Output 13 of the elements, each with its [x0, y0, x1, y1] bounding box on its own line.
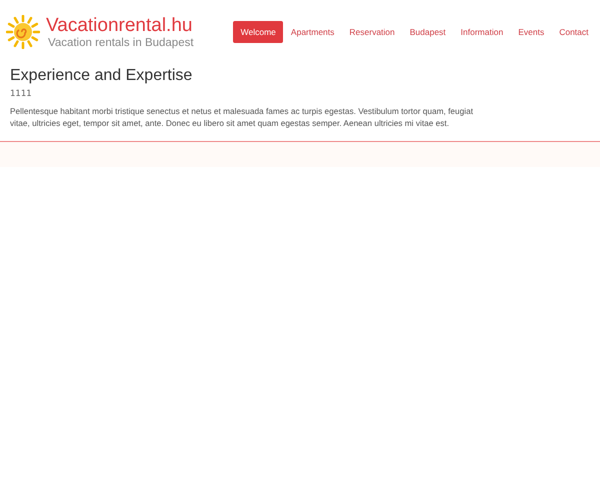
nav-tab[interactable]: Information [453, 21, 511, 43]
nav-tab[interactable]: Apartments [283, 21, 342, 43]
nav-tab[interactable]: Budapest [402, 21, 454, 43]
site-tagline: Vacation rentals in Budapest [48, 37, 194, 49]
article-subtitle: 1111 [10, 89, 33, 99]
nav-tab[interactable]: Events [510, 21, 552, 43]
sun-logo-icon [6, 15, 40, 49]
nav-tab[interactable]: Contact [552, 21, 596, 43]
article-title: Experience and Expertise [10, 67, 194, 85]
nav-tab[interactable]: Reservation [342, 21, 402, 43]
nav-tab[interactable]: Welcome [233, 21, 284, 43]
article-body: Pellentesque habitant morbi tristique senectus et netus et malesuada fames ac turpis egestas. Vestibulum tortor quam, feugiat vitae, ultricies eget, tempor sit amet, ante. Donec eu libero sit amet quam egestas semper. Aenean ultricies mi vitae est. [10, 105, 474, 129]
site-title[interactable]: Vacationrental.hu [46, 15, 192, 37]
